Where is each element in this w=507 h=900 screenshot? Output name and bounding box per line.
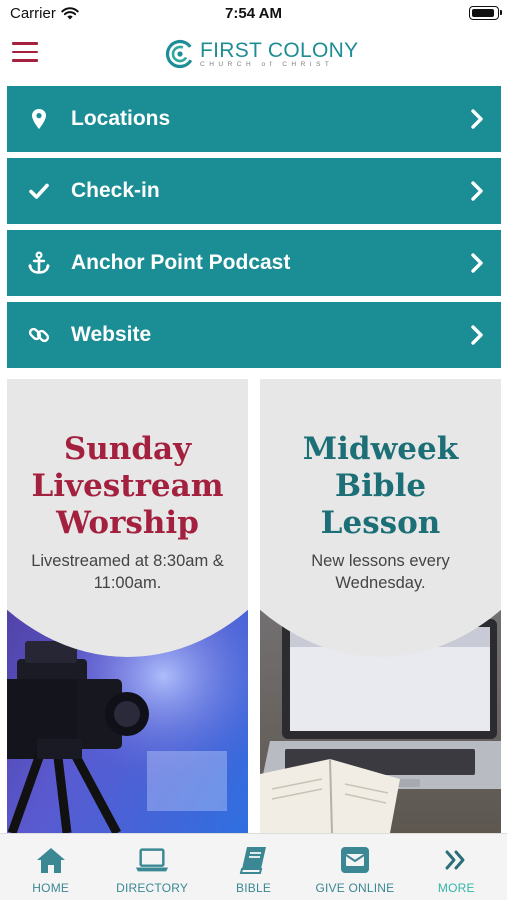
app-header: FIRST COLONY CHURCH of CHRIST: [0, 28, 507, 80]
checkmark-icon: [27, 179, 51, 203]
first-colony-c-logo-icon: [165, 39, 195, 69]
tab-home[interactable]: HOME: [0, 834, 101, 900]
menu-item-website[interactable]: Website: [7, 302, 501, 368]
tab-label: HOME: [32, 881, 70, 895]
card-midweek-bible-lesson[interactable]: Midweek Bible Lesson New lessons every W…: [260, 379, 501, 833]
anchor-icon: [27, 251, 51, 275]
card-subtitle: New lessons every Wednesday.: [311, 552, 450, 592]
card-sunday-livestream[interactable]: Sunday Livestream Worship Livestreamed a…: [7, 379, 248, 833]
hamburger-icon[interactable]: [12, 42, 38, 62]
chevron-right-icon: [471, 181, 483, 201]
logo-title: FIRST COLONY: [200, 38, 359, 62]
battery-icon: [469, 6, 502, 20]
tab-give-online[interactable]: GIVE ONLINE: [304, 834, 405, 900]
tab-more[interactable]: MORE: [406, 834, 507, 900]
status-time: 7:54 AM: [225, 5, 282, 22]
card-subtitle: Livestreamed at 8:30am & 11:00am.: [31, 552, 224, 592]
status-bar: Carrier 7:54 AM: [0, 0, 507, 28]
laptop-icon: [135, 845, 169, 875]
bottom-tab-bar: HOME DIRECTORY BIBLE GIVE ONLINE MORE: [0, 833, 507, 900]
tab-label: MORE: [437, 881, 475, 895]
tab-label: GIVE ONLINE: [315, 881, 395, 895]
home-icon: [34, 845, 68, 875]
card-text: Sunday Livestream Worship Livestreamed a…: [7, 431, 248, 594]
church-logo: FIRST COLONY CHURCH of CHRIST: [165, 37, 358, 71]
menu-item-check-in[interactable]: Check-in: [7, 158, 501, 224]
menu-item-label: Locations: [71, 107, 171, 130]
tab-bible[interactable]: BIBLE: [203, 834, 304, 900]
book-icon: [237, 845, 271, 875]
chevron-right-icon: [471, 253, 483, 273]
double-chevron-icon: [439, 845, 473, 875]
card-title: Sunday Livestream Worship: [31, 431, 224, 541]
logo-subtitle: CHURCH of CHRIST: [200, 60, 334, 68]
tab-label: BIBLE: [236, 881, 272, 895]
link-icon: [27, 323, 51, 347]
card-text: Midweek Bible Lesson New lessons every W…: [260, 431, 501, 594]
feature-cards: Sunday Livestream Worship Livestreamed a…: [7, 379, 501, 833]
main-menu: Locations Check-in Anchor Point Podcast …: [7, 86, 501, 374]
menu-item-label: Anchor Point Podcast: [71, 251, 291, 274]
tab-label: DIRECTORY: [116, 881, 189, 895]
menu-item-locations[interactable]: Locations: [7, 86, 501, 152]
envelope-icon: [338, 845, 372, 875]
chevron-right-icon: [471, 109, 483, 129]
location-pin-icon: [27, 107, 51, 131]
logo-wordmark: FIRST COLONY CHURCH of CHRIST: [200, 40, 358, 69]
chevron-right-icon: [471, 325, 483, 345]
card-title: Midweek Bible Lesson: [302, 431, 459, 541]
tab-directory[interactable]: DIRECTORY: [101, 834, 202, 900]
menu-item-label: Check-in: [71, 179, 160, 202]
menu-item-anchor-point-podcast[interactable]: Anchor Point Podcast: [7, 230, 501, 296]
menu-item-label: Website: [71, 323, 152, 346]
